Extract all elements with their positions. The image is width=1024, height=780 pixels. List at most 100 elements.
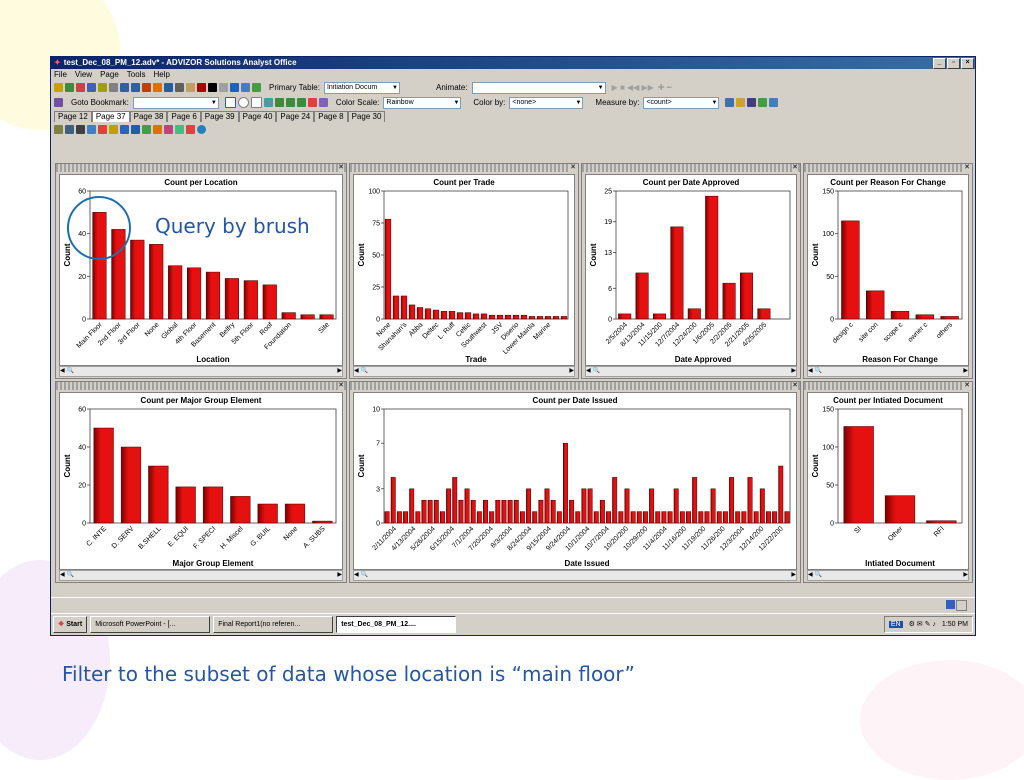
bar-42[interactable] (642, 511, 648, 524)
bar-11[interactable] (300, 314, 315, 320)
chart-scrollbar-1[interactable]: ◀ 🔍 ▶ (353, 366, 575, 377)
zoom-icon[interactable]: 🔍 (361, 368, 368, 374)
bar-53[interactable] (710, 488, 716, 524)
close-button[interactable]: × (961, 57, 974, 69)
bar-4[interactable] (940, 316, 959, 320)
taskbar-powerpoint[interactable]: Microsoft PowerPoint - [... (90, 615, 211, 633)
view-grid-icon[interactable] (76, 124, 85, 134)
bar-1[interactable] (635, 272, 649, 320)
bar-29[interactable] (563, 442, 568, 524)
save-icon[interactable] (747, 98, 757, 107)
panel-drag-handle[interactable] (56, 164, 346, 172)
bar-8[interactable] (448, 311, 456, 320)
chart-area-6[interactable]: Count per Intiated Document 0 50 100 150 Coun… (807, 392, 969, 570)
bar-22[interactable] (519, 511, 525, 524)
bar-6[interactable] (432, 309, 440, 320)
bar-17[interactable] (489, 511, 495, 524)
panel-drag-handle[interactable] (582, 164, 800, 172)
calendar-icon[interactable] (252, 83, 261, 92)
grid-icon[interactable] (175, 83, 184, 92)
bar-14[interactable] (470, 499, 476, 524)
scroll-right-icon[interactable]: ▶ (963, 571, 968, 580)
view-list-icon[interactable] (87, 124, 96, 134)
view-line-icon[interactable] (120, 124, 129, 134)
panel-drag-handle[interactable] (350, 164, 578, 172)
bar-1[interactable] (392, 295, 400, 320)
help-icon[interactable] (197, 83, 206, 92)
panel-close-icon[interactable]: ✕ (792, 164, 798, 172)
taskbar-word[interactable]: Final Report1(no referen... (213, 615, 334, 633)
color-icon[interactable] (153, 83, 162, 92)
bar-19[interactable] (501, 499, 507, 524)
exclude-icon[interactable] (296, 98, 306, 107)
chart-scrollbar-4[interactable]: ◀ 🔍 ▶ (59, 570, 343, 581)
bar-2[interactable] (652, 313, 667, 320)
filter-icon[interactable] (142, 83, 151, 92)
bar-1[interactable] (120, 446, 142, 524)
panel-close-icon[interactable]: ✕ (964, 164, 970, 172)
scroll-right-icon[interactable]: ▶ (569, 367, 574, 376)
panel-close-icon[interactable]: ✕ (338, 164, 344, 172)
bar-43[interactable] (649, 488, 655, 524)
bar-19[interactable] (536, 316, 544, 320)
tab-page-38[interactable]: Page 38 (129, 111, 168, 122)
view-data-icon[interactable] (186, 124, 195, 134)
bar-8[interactable] (243, 280, 258, 320)
bar-25[interactable] (538, 499, 544, 524)
table-icon[interactable] (109, 83, 118, 92)
settings-icon[interactable] (725, 98, 735, 107)
bar-3[interactable] (149, 244, 164, 320)
scroll-right-icon[interactable]: ▶ (791, 367, 796, 376)
bar-7[interactable] (284, 503, 306, 524)
goto-bookmark-select[interactable] (132, 96, 219, 109)
zoom-icon[interactable]: 🔍 (815, 368, 822, 374)
bar-39[interactable] (624, 488, 630, 524)
scroll-right-icon[interactable]: ▶ (337, 571, 342, 580)
bar-10[interactable] (464, 312, 472, 320)
bar-41[interactable] (636, 511, 642, 524)
maximize-button[interactable]: ▫ (947, 57, 960, 69)
bar-45[interactable] (661, 511, 667, 524)
bar-3[interactable] (915, 314, 934, 320)
tab-page-37[interactable]: Page 37 (91, 111, 130, 122)
measure-by-select[interactable]: <count> (643, 96, 720, 109)
view-network-icon[interactable] (142, 124, 151, 134)
panel-drag-handle[interactable] (350, 382, 800, 390)
bar-21[interactable] (552, 316, 560, 320)
bar-7[interactable] (224, 278, 239, 320)
bar-54[interactable] (716, 511, 722, 524)
bar-57[interactable] (735, 511, 741, 524)
animate-select[interactable] (471, 81, 606, 94)
bar-5[interactable] (424, 308, 432, 320)
bar-2[interactable] (130, 239, 145, 320)
bar-61[interactable] (759, 488, 765, 524)
bar-36[interactable] (606, 511, 611, 524)
area-chart-icon[interactable] (98, 83, 107, 92)
bar-46[interactable] (667, 511, 673, 524)
bar-9[interactable] (262, 284, 277, 320)
zoom-icon[interactable]: 🔍 (67, 368, 74, 374)
bar-4[interactable] (416, 307, 424, 320)
chart-area-5[interactable]: Count per Date Issued 0 3 7 10 Count 2/11/2004… (353, 392, 797, 570)
menu-help[interactable]: Help (153, 70, 169, 79)
bar-40[interactable] (630, 511, 636, 524)
bar-16[interactable] (512, 314, 520, 320)
language-indicator[interactable]: EN (888, 620, 903, 628)
bar-4[interactable] (202, 486, 224, 524)
bar-27[interactable] (550, 499, 556, 524)
scroll-left-icon[interactable]: ◀ (586, 368, 591, 374)
bar-9[interactable] (439, 511, 445, 524)
bar-18[interactable] (528, 316, 536, 320)
undo-icon[interactable] (120, 83, 129, 92)
bar-8[interactable] (433, 499, 439, 524)
hide-icon[interactable] (285, 98, 295, 107)
play-icon[interactable]: ▶ ■ ◀◀ ▶▶ (612, 83, 654, 92)
panel-close-icon[interactable]: ✕ (338, 382, 344, 390)
panel-close-icon[interactable]: ✕ (792, 382, 798, 390)
bar-10[interactable] (281, 312, 296, 320)
line-chart-icon[interactable] (87, 83, 96, 92)
eraser-icon[interactable] (219, 83, 228, 92)
bar-60[interactable] (753, 511, 759, 524)
bar-11[interactable] (452, 477, 458, 524)
bar-52[interactable] (704, 511, 710, 524)
